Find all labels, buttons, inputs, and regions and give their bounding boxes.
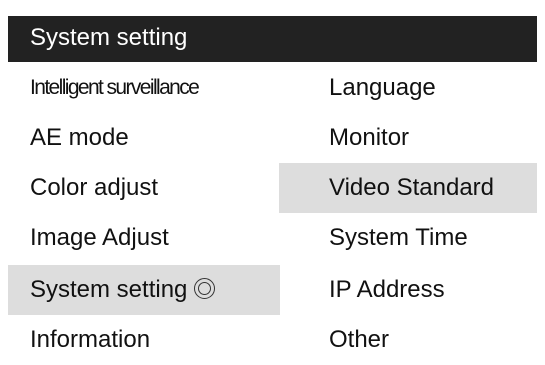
- circle-marker-icon: [194, 278, 216, 299]
- menu-item-monitor[interactable]: Monitor: [279, 113, 537, 163]
- menu-item-ip-address[interactable]: IP Address: [279, 265, 537, 315]
- menu-item-language[interactable]: Language: [279, 63, 537, 113]
- menu-item-video-standard[interactable]: Video Standard: [279, 163, 537, 213]
- menu-item-system-setting[interactable]: System setting: [8, 265, 280, 315]
- title-bar: System setting: [8, 16, 537, 62]
- osd-menu-screen: System setting Intelligent surveillance …: [0, 0, 545, 362]
- menu-item-system-setting-label: System setting: [30, 276, 188, 303]
- menu-item-information[interactable]: Information: [8, 315, 280, 365]
- menu-item-system-time[interactable]: System Time: [279, 213, 537, 263]
- menu-item-intelligent-surveillance[interactable]: Intelligent surveillance: [8, 63, 280, 113]
- menu-item-color-adjust[interactable]: Color adjust: [8, 163, 280, 213]
- menu-item-other[interactable]: Other: [279, 315, 537, 365]
- menu-item-ae-mode[interactable]: AE mode: [8, 113, 280, 163]
- menu-item-image-adjust[interactable]: Image Adjust: [8, 213, 280, 263]
- menu-title: System setting: [30, 24, 188, 51]
